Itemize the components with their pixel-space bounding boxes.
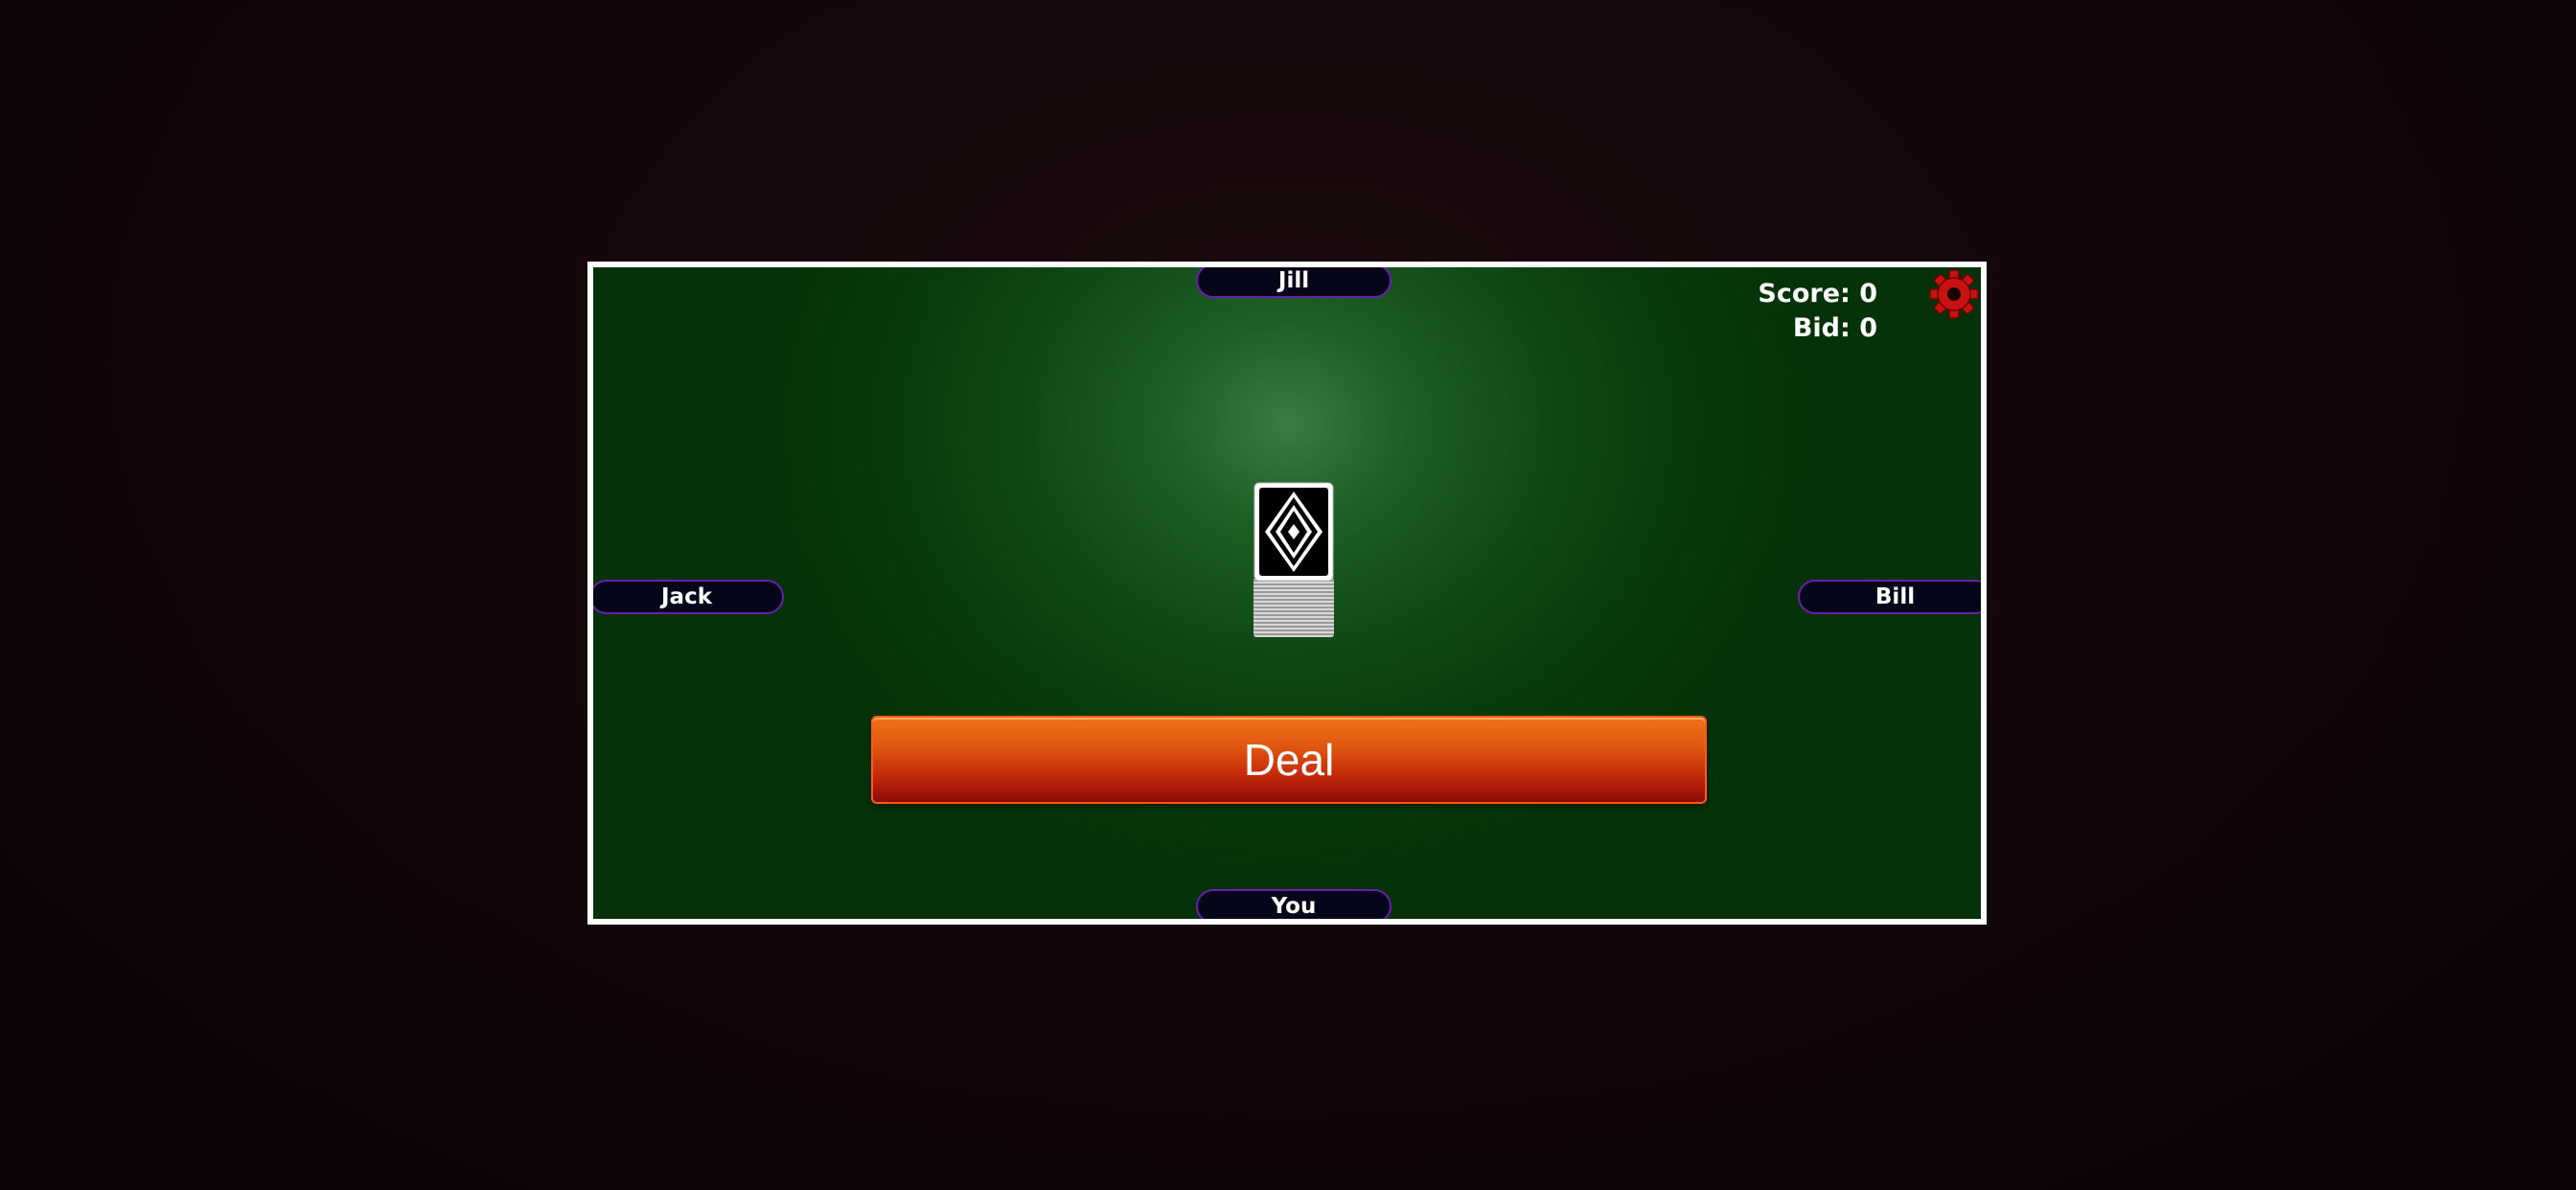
card-deck [1252,482,1336,639]
deal-button[interactable]: Deal [871,716,1707,804]
deck-stack [1254,578,1334,637]
gear-icon [1929,269,1979,319]
player-name-left: Jack [660,584,712,609]
game-table: Jill Jack Bill You Score: 0 Bid: 0 Deal [587,262,1987,925]
player-name-bottom: You [1271,894,1317,919]
player-seat-bottom: You [1196,889,1392,919]
bid-label: Bid: 0 [1792,313,1877,343]
player-seat-top: Jill [1196,267,1392,298]
card-back-icon [1254,482,1334,582]
player-seat-right: Bill [1798,580,1981,614]
player-name-right: Bill [1874,584,1916,609]
settings-button[interactable] [1927,267,1981,321]
deal-button-label: Deal [1243,735,1335,785]
score-panel: Score: 0 Bid: 0 [1758,277,1877,346]
player-seat-left: Jack [593,580,784,614]
score-label: Score: 0 [1758,279,1877,309]
player-name-top: Jill [1277,268,1310,293]
